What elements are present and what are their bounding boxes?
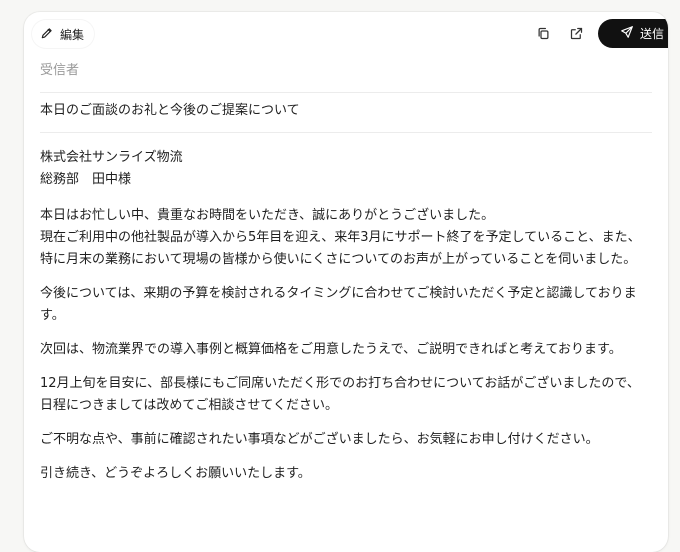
recipient-field[interactable]: 受信者 [40,62,652,93]
compose-toolbar: 編集 送信 [24,12,668,56]
body-paragraph-5: 12月上旬を目安に、部長様にもご同席いただく形でのお打ち合わせについてお話がござ… [40,376,640,413]
body-paragraph-7: 引き続き、どうぞよろしくお願いいたします。 [40,466,311,481]
recipient-placeholder: 受信者 [40,63,80,78]
body-paragraph-4: 次回は、物流業界での導入事例と概算価格をご用意したうえで、ご説明できればと考えて… [40,342,622,357]
copy-button[interactable] [532,24,554,46]
external-link-icon [569,26,584,45]
edit-button[interactable]: 編集 [32,20,95,48]
edit-label: 編集 [60,27,85,42]
open-external-button[interactable] [565,24,587,46]
body-paragraph-2: 現在ご利用中の他社製品が導入から5年目を迎え、来年3月にサポート終了を予定してい… [40,230,641,267]
send-button[interactable]: 送信 [598,19,668,48]
send-label: 送信 [639,27,664,41]
email-body[interactable]: 株式会社サンライズ物流 総務部 田中様 本日はお忙しい中、貴重なお時間をいただき… [40,147,646,497]
body-paragraph-3: 今後については、来期の予算を検討されるタイミングに合わせてご検討いただく予定と認… [40,286,637,323]
send-icon [620,25,634,42]
body-contact: 総務部 田中様 [40,172,132,187]
pencil-icon [40,26,54,43]
body-company: 株式会社サンライズ物流 [40,150,183,165]
subject-text: 本日のご面談のお礼と今後のご提案について [40,103,300,118]
body-paragraph-1: 本日はお忙しい中、貴重なお時間をいただき、誠にありがとうございました。 [40,208,495,223]
copy-icon [536,26,551,45]
body-paragraph-6: ご不明な点や、事前に確認されたい事項などがございましたら、お気軽にお申し付けくだ… [40,432,599,447]
email-compose-panel: 編集 送信 受信者 本日のご面談のお礼と今後のご提案について 株式会社サンライズ… [24,12,668,552]
subject-field[interactable]: 本日のご面談のお礼と今後のご提案について [40,102,652,133]
